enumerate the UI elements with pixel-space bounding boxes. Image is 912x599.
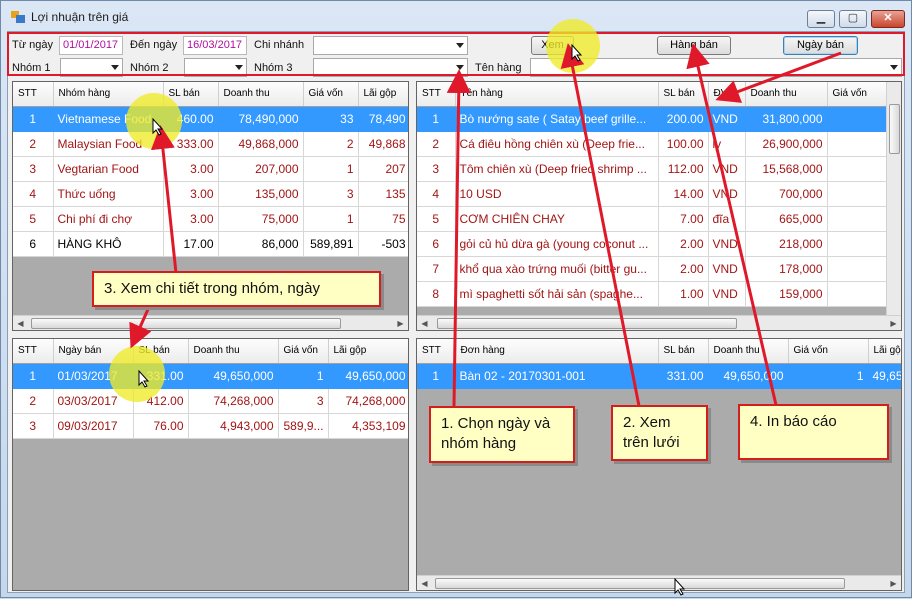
arrow-step1 — [446, 69, 471, 407]
arrow-step3-up — [150, 125, 178, 274]
app-window: Lợi nhuận trên giá ▁ ▢ ✕ Từ ngày 01/01/2… — [0, 0, 912, 598]
arrow-step2 — [560, 43, 641, 407]
callout-step2: 2. Xem trên lưới — [611, 405, 708, 461]
mouse-cursor-icon — [674, 578, 686, 596]
callout-step1: 1. Chọn ngày và nhóm hàng — [429, 406, 575, 463]
arrow-step4 — [686, 43, 778, 406]
mouse-cursor-icon — [571, 44, 583, 62]
callout-step3: 3. Xem chi tiết trong nhóm, ngày — [92, 271, 381, 307]
callout-step4: 4. In báo cáo — [738, 404, 889, 460]
mouse-cursor-icon — [152, 118, 164, 136]
arrow-step3-down — [129, 306, 152, 349]
mouse-cursor-icon — [138, 370, 150, 388]
arrow-sale-date — [715, 51, 842, 103]
